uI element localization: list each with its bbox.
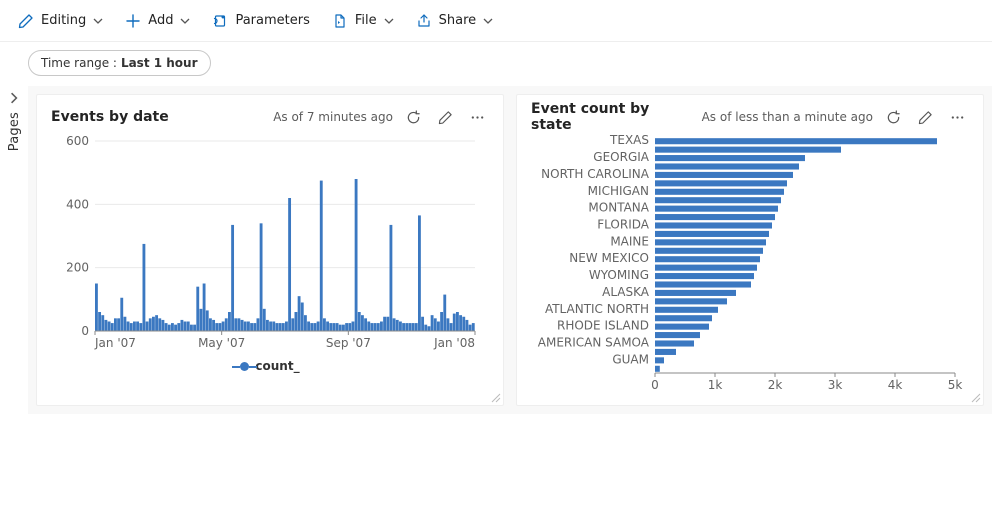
file-label: File bbox=[355, 13, 377, 28]
refresh-button[interactable] bbox=[881, 105, 905, 129]
chart-legend: count_ bbox=[51, 359, 489, 373]
svg-text:5k: 5k bbox=[948, 378, 963, 392]
svg-text:600: 600 bbox=[66, 135, 89, 148]
svg-text:Jan '08: Jan '08 bbox=[433, 336, 475, 350]
panel-status: As of less than a minute ago bbox=[702, 110, 873, 124]
share-icon bbox=[416, 13, 432, 29]
svg-text:Sep '07: Sep '07 bbox=[326, 336, 371, 350]
time-range-chip[interactable]: Time range : Last 1 hour bbox=[28, 50, 211, 76]
workspace: Pages Events by date As of 7 minutes ago… bbox=[0, 86, 992, 414]
chevron-down-icon bbox=[93, 16, 103, 26]
svg-text:MICHIGAN: MICHIGAN bbox=[588, 184, 649, 198]
share-button[interactable]: Share bbox=[406, 5, 504, 37]
time-range-label: Time range : bbox=[41, 56, 117, 70]
svg-text:Jan '07: Jan '07 bbox=[94, 336, 136, 350]
svg-text:FLORIDA: FLORIDA bbox=[597, 218, 650, 232]
time-range-value: Last 1 hour bbox=[121, 56, 198, 70]
svg-text:WYOMING: WYOMING bbox=[589, 268, 649, 282]
state-bar-chart[interactable]: TEXAS GEORGIA NORTH CAROLINA MICHIGAN MONTAN… bbox=[531, 135, 969, 395]
edit-button[interactable] bbox=[913, 105, 937, 129]
add-label: Add bbox=[148, 13, 173, 28]
svg-text:NORTH CAROLINA: NORTH CAROLINA bbox=[541, 167, 650, 181]
pages-label[interactable]: Pages bbox=[7, 112, 22, 151]
parameters-button[interactable]: Parameters bbox=[202, 5, 319, 37]
refresh-button[interactable] bbox=[401, 105, 425, 129]
svg-text:RHODE ISLAND: RHODE ISLAND bbox=[557, 319, 649, 333]
pencil-icon bbox=[18, 13, 34, 29]
svg-text:May '07: May '07 bbox=[198, 336, 245, 350]
top-toolbar: Editing Add Parameters File Share bbox=[0, 0, 992, 42]
expand-pages-icon[interactable] bbox=[8, 92, 20, 104]
dashboard-canvas: Events by date As of 7 minutes ago 0 200 4… bbox=[28, 86, 992, 414]
editing-label: Editing bbox=[41, 13, 86, 28]
parameters-icon bbox=[212, 13, 228, 29]
svg-text:400: 400 bbox=[66, 197, 89, 211]
plus-icon bbox=[125, 13, 141, 29]
panel-status: As of 7 minutes ago bbox=[273, 110, 393, 124]
svg-text:0: 0 bbox=[651, 378, 659, 392]
file-icon bbox=[332, 13, 348, 29]
more-button[interactable] bbox=[945, 105, 969, 129]
panel-header: Event count by state As of less than a m… bbox=[531, 105, 969, 129]
file-button[interactable]: File bbox=[322, 5, 404, 37]
svg-text:3k: 3k bbox=[828, 378, 843, 392]
resize-handle-icon[interactable] bbox=[489, 391, 501, 403]
legend-label: count_ bbox=[255, 359, 299, 373]
chevron-down-icon bbox=[180, 16, 190, 26]
svg-text:TEXAS: TEXAS bbox=[609, 135, 649, 147]
edit-button[interactable] bbox=[433, 105, 457, 129]
svg-text:2k: 2k bbox=[768, 378, 783, 392]
svg-text:1k: 1k bbox=[708, 378, 723, 392]
svg-text:0: 0 bbox=[81, 324, 89, 338]
panel-event-count-by-state: Event count by state As of less than a m… bbox=[516, 94, 984, 406]
chevron-down-icon bbox=[483, 16, 493, 26]
legend-marker-icon bbox=[240, 362, 249, 371]
svg-text:200: 200 bbox=[66, 261, 89, 275]
editing-button[interactable]: Editing bbox=[8, 5, 113, 37]
chevron-down-icon bbox=[384, 16, 394, 26]
add-button[interactable]: Add bbox=[115, 5, 200, 37]
parameters-label: Parameters bbox=[235, 13, 309, 28]
pages-sidebar: Pages bbox=[0, 86, 28, 414]
panel-title: Event count by state bbox=[531, 101, 694, 133]
svg-text:GUAM: GUAM bbox=[612, 352, 649, 366]
svg-text:MONTANA: MONTANA bbox=[588, 201, 649, 215]
filter-bar: Time range : Last 1 hour bbox=[0, 42, 992, 86]
svg-text:4k: 4k bbox=[888, 378, 903, 392]
share-label: Share bbox=[439, 13, 477, 28]
more-button[interactable] bbox=[465, 105, 489, 129]
svg-text:MAINE: MAINE bbox=[610, 234, 649, 248]
svg-text:AMERICAN SAMOA: AMERICAN SAMOA bbox=[538, 336, 650, 350]
panel-events-by-date: Events by date As of 7 minutes ago 0 200 4… bbox=[36, 94, 504, 406]
svg-text:NEW MEXICO: NEW MEXICO bbox=[569, 251, 649, 265]
resize-handle-icon[interactable] bbox=[969, 391, 981, 403]
svg-text:ATLANTIC NORTH: ATLANTIC NORTH bbox=[545, 302, 649, 316]
events-line-chart[interactable]: 0 200 400 600 Jan '07 May '07 Sep '07 Jan '08 bbox=[51, 135, 489, 355]
panel-header: Events by date As of 7 minutes ago bbox=[51, 105, 489, 129]
svg-text:GEORGIA: GEORGIA bbox=[593, 150, 650, 164]
panel-title: Events by date bbox=[51, 109, 265, 125]
svg-text:ALASKA: ALASKA bbox=[602, 285, 650, 299]
